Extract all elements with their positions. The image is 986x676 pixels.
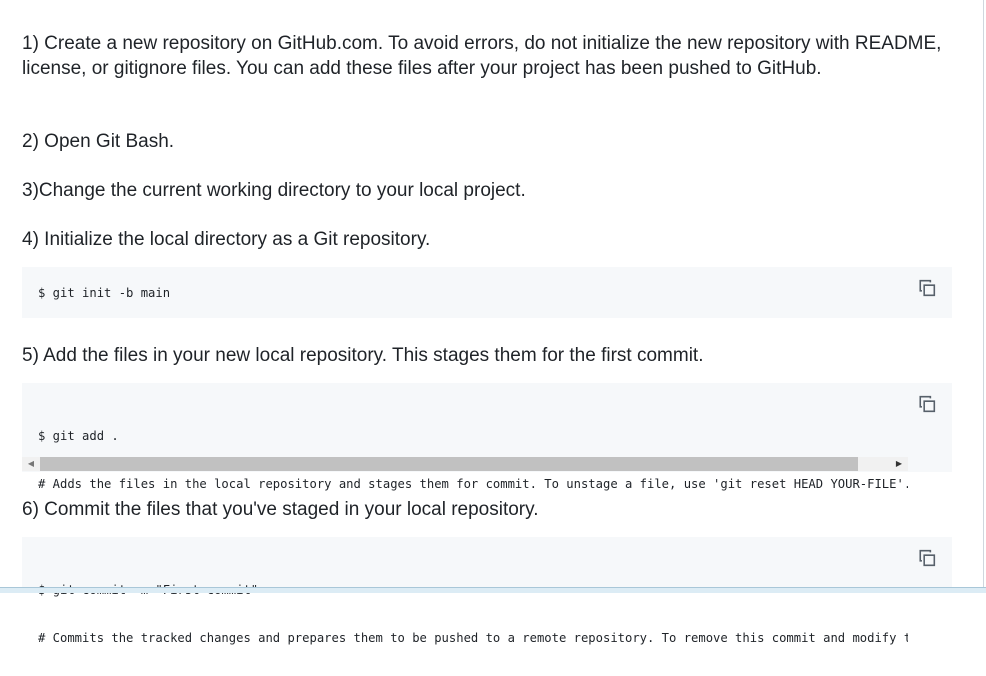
copy-icon[interactable] [918,549,936,567]
window-edge [983,0,984,593]
code-line: $ git init -b main [38,286,171,300]
code-block-commit[interactable]: $ git commit -m "First commit" # Commits… [22,537,952,645]
code-block-init[interactable]: $ git init -b main [22,267,952,318]
horizontal-scrollbar[interactable]: ◀ ▶ [22,457,908,471]
bottom-bar [0,587,986,593]
step-3: 3)Change the current working directory t… [22,180,526,201]
scroll-left-arrow-icon[interactable]: ◀ [24,457,38,471]
code-line: # Adds the files in the local repository… [38,477,908,491]
step-1: 1) Create a new repository on GitHub.com… [22,33,942,79]
step-6: 6) Commit the files that you've staged i… [22,499,539,520]
copy-icon[interactable] [918,395,936,413]
step-4: 4) Initialize the local directory as a G… [22,229,431,250]
copy-icon[interactable] [918,279,936,297]
step-2: 2) Open Git Bash. [22,131,175,152]
code-line: $ git add . [38,429,119,443]
code-line: # Commits the tracked changes and prepar… [38,631,908,645]
scroll-right-arrow-icon[interactable]: ▶ [892,457,906,471]
step-5: 5) Add the files in your new local repos… [22,345,704,366]
scrollbar-thumb[interactable] [40,457,858,471]
